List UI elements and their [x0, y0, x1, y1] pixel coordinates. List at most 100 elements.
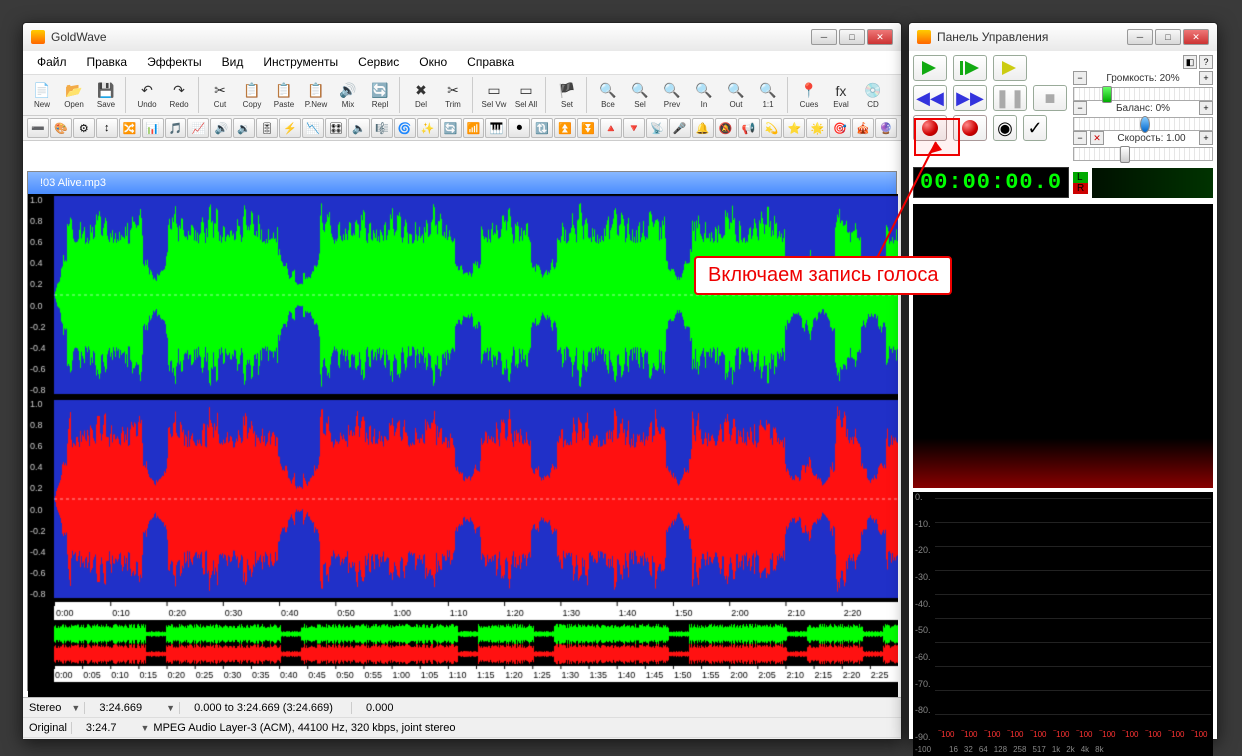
effect-button-32[interactable]: 💫 — [761, 118, 783, 138]
play-button[interactable] — [913, 55, 947, 81]
effect-button-24[interactable]: ⏬ — [577, 118, 599, 138]
effect-button-36[interactable]: 🎪 — [852, 118, 874, 138]
effect-button-15[interactable]: 🎼 — [371, 118, 393, 138]
vse-button[interactable]: 🔍Все — [593, 77, 623, 113]
volume-up-button[interactable]: + — [1199, 71, 1213, 85]
device-button[interactable]: ◧ — [1183, 55, 1197, 69]
dropdown-icon[interactable]: ▼ — [141, 723, 150, 733]
dropdown-icon[interactable]: ▼ — [71, 703, 80, 713]
effect-button-4[interactable]: 🔀 — [119, 118, 141, 138]
dropdown-icon[interactable]: ▼ — [166, 703, 175, 713]
effect-button-2[interactable]: ⚙ — [73, 118, 95, 138]
sel-button[interactable]: 🔍Sel — [625, 77, 655, 113]
menu-Окно[interactable]: Окно — [409, 51, 457, 74]
effect-button-25[interactable]: 🔺 — [600, 118, 622, 138]
speed-down-button[interactable]: − — [1073, 131, 1087, 145]
trim-button[interactable]: ✂Trim — [438, 77, 468, 113]
properties-button[interactable]: ✓ — [1023, 115, 1047, 141]
effect-button-17[interactable]: ✨ — [417, 118, 439, 138]
effect-button-34[interactable]: 🌟 — [806, 118, 828, 138]
repl-button[interactable]: 🔄Repl — [365, 77, 395, 113]
play-selection-button[interactable] — [953, 55, 987, 81]
mix-button[interactable]: 🔊Mix — [333, 77, 363, 113]
speed-up-button[interactable]: + — [1199, 131, 1213, 145]
volume-down-button[interactable]: − — [1073, 71, 1087, 85]
effect-button-10[interactable]: 🎚 — [256, 118, 278, 138]
menu-Эффекты[interactable]: Эффекты — [137, 51, 212, 74]
out-button[interactable]: 🔍Out — [721, 77, 751, 113]
panel-titlebar[interactable]: Панель Управления ─ □ ✕ — [909, 23, 1217, 51]
effect-button-12[interactable]: 📉 — [302, 118, 324, 138]
menu-Сервис[interactable]: Сервис — [348, 51, 409, 74]
panel-maximize-button[interactable]: □ — [1155, 29, 1181, 45]
del-button[interactable]: ✖Del — [406, 77, 436, 113]
undo-button[interactable]: ↶Undo — [132, 77, 162, 113]
menu-Файл[interactable]: Файл — [27, 51, 77, 74]
minimize-button[interactable]: ─ — [811, 29, 837, 45]
menu-Справка[interactable]: Справка — [457, 51, 524, 74]
volume-slider[interactable] — [1073, 87, 1213, 101]
set-button[interactable]: 🏴Set — [552, 77, 582, 113]
effect-button-35[interactable]: 🎯 — [829, 118, 851, 138]
effect-button-14[interactable]: 🔈 — [348, 118, 370, 138]
paste-button[interactable]: 📋Paste — [269, 77, 299, 113]
forward-button[interactable]: ▶▶ — [953, 85, 987, 111]
rewind-button[interactable]: ◀◀ — [913, 85, 947, 111]
effect-button-33[interactable]: ⭐ — [783, 118, 805, 138]
redo-button[interactable]: ↷Redo — [164, 77, 194, 113]
balance-left-button[interactable]: − — [1073, 101, 1087, 115]
in-button[interactable]: 🔍In — [689, 77, 719, 113]
effect-button-22[interactable]: 🔃 — [531, 118, 553, 138]
balance-slider[interactable] — [1073, 117, 1213, 131]
open-button[interactable]: 📂Open — [59, 77, 89, 113]
effect-button-20[interactable]: 🎹 — [485, 118, 507, 138]
effect-button-26[interactable]: 🔻 — [623, 118, 645, 138]
play-new-button[interactable] — [993, 55, 1027, 81]
effect-button-30[interactable]: 🔕 — [715, 118, 737, 138]
new-button[interactable]: 📄New — [27, 77, 57, 113]
effect-button-21[interactable]: ⏺ — [508, 118, 530, 138]
effect-button-28[interactable]: 🎤 — [669, 118, 691, 138]
effect-button-8[interactable]: 🔊 — [210, 118, 232, 138]
cues-button[interactable]: 📍Cues — [794, 77, 824, 113]
effect-button-6[interactable]: 🎵 — [165, 118, 187, 138]
pause-button[interactable]: ❚❚ — [993, 85, 1027, 111]
effect-button-3[interactable]: ↕ — [96, 118, 118, 138]
effect-button-13[interactable]: 🎛 — [325, 118, 347, 138]
main-titlebar[interactable]: GoldWave ─ □ ✕ — [23, 23, 901, 51]
cut-button[interactable]: ✂Cut — [205, 77, 235, 113]
cd-button[interactable]: 💿CD — [858, 77, 888, 113]
effect-button-23[interactable]: ⏫ — [554, 118, 576, 138]
menu-Правка[interactable]: Правка — [77, 51, 138, 74]
effect-button-7[interactable]: 📈 — [187, 118, 209, 138]
effect-button-27[interactable]: 📡 — [646, 118, 668, 138]
document-titlebar[interactable]: !03 Alive.mp3 — [28, 172, 896, 194]
record-new-button[interactable] — [953, 115, 987, 141]
eval-button[interactable]: fxEval — [826, 77, 856, 113]
help-button[interactable]: ? — [1199, 55, 1213, 69]
pnew-button[interactable]: 📋P.New — [301, 77, 331, 113]
save-button[interactable]: 💾Save — [91, 77, 121, 113]
effect-button-19[interactable]: 📶 — [463, 118, 485, 138]
balance-right-button[interactable]: + — [1199, 101, 1213, 115]
speed-slider[interactable] — [1073, 147, 1213, 161]
menu-Вид[interactable]: Вид — [212, 51, 254, 74]
effect-button-31[interactable]: 📢 — [738, 118, 760, 138]
effect-button-5[interactable]: 📊 — [142, 118, 164, 138]
effect-button-0[interactable]: ➖ — [27, 118, 49, 138]
speed-reset-button[interactable]: ✕ — [1090, 131, 1104, 145]
effect-button-9[interactable]: 🔉 — [233, 118, 255, 138]
selvw-button[interactable]: ▭Sel Vw — [479, 77, 509, 113]
effect-button-18[interactable]: 🔄 — [440, 118, 462, 138]
monitor-toggle-button[interactable]: ◉ — [993, 115, 1017, 141]
menu-Инструменты[interactable]: Инструменты — [253, 51, 348, 74]
close-button[interactable]: ✕ — [867, 29, 893, 45]
copy-button[interactable]: 📋Copy — [237, 77, 267, 113]
record-button[interactable] — [913, 115, 947, 141]
effect-button-37[interactable]: 🔮 — [875, 118, 897, 138]
panel-minimize-button[interactable]: ─ — [1127, 29, 1153, 45]
effect-button-16[interactable]: 🌀 — [394, 118, 416, 138]
effect-button-1[interactable]: 🎨 — [50, 118, 72, 138]
effect-button-29[interactable]: 🔔 — [692, 118, 714, 138]
stop-button[interactable]: ■ — [1033, 85, 1067, 111]
